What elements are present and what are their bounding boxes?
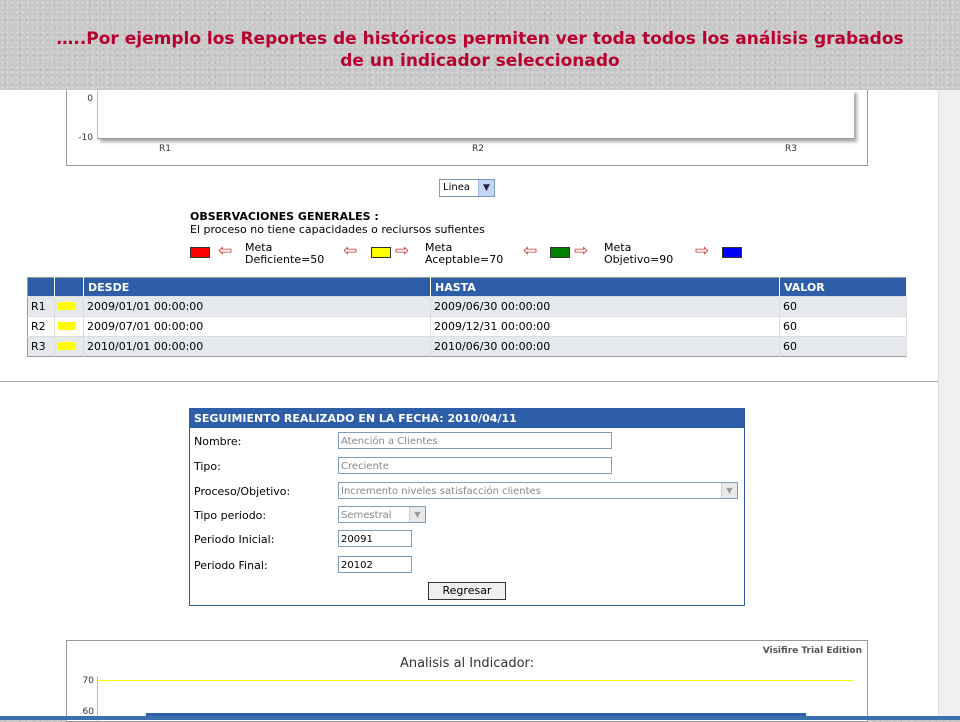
red-swatch — [190, 247, 210, 258]
section-divider — [0, 381, 938, 382]
regresar-button[interactable]: Regresar — [428, 582, 506, 600]
row-indicator — [54, 336, 84, 357]
chart-type-select[interactable]: Linea ▼ — [439, 179, 495, 197]
chevron-down-icon[interactable]: ▼ — [478, 180, 494, 196]
row-valor: 60 — [779, 296, 907, 317]
col-hasta-header: HASTA — [430, 277, 780, 297]
scrollbar[interactable] — [938, 90, 960, 720]
table-row: R3 2010/01/01 00:00:00 2010/06/30 00:00:… — [27, 336, 907, 357]
bottom-bar — [0, 716, 960, 720]
col-indicator-header — [54, 277, 84, 297]
history-chart-plot-area — [97, 90, 854, 139]
analysis-chart-title: Analisis al Indicador: — [399, 656, 535, 671]
row-valor: 60 — [779, 316, 907, 337]
arrow-left-icon: ⇦ — [523, 241, 538, 261]
row-indicator — [54, 316, 84, 337]
slide-title-line-1: …..Por ejemplo los Reportes de histórico… — [56, 29, 904, 49]
report-page: 0 -10 R1 R2 R3 Linea ▼ OBSERVACIONES GEN… — [0, 90, 938, 722]
table-header-row: DESDE HASTA VALOR — [27, 277, 907, 297]
proceso-label: Proceso/Objetivo: — [194, 485, 291, 498]
periodo-inicial-field[interactable]: 20091 — [338, 530, 412, 547]
legend-deficiente-label: Meta Deficiente=50 — [245, 241, 325, 266]
yellow-indicator-icon — [58, 302, 76, 310]
analysis-chart: Visifire Trial Edition Analisis al Indic… — [66, 640, 868, 722]
row-id: R2 — [27, 316, 55, 337]
slide-title: …..Por ejemplo los Reportes de histórico… — [0, 28, 960, 72]
followup-panel-header: SEGUIMIENTO REALIZADO EN LA FECHA: 2010/… — [190, 409, 744, 428]
table-row: R2 2009/07/01 00:00:00 2009/12/31 00:00:… — [27, 316, 907, 337]
row-desde: 2009/07/01 00:00:00 — [83, 316, 431, 337]
col-id-header — [27, 277, 55, 297]
tipo-periodo-select[interactable]: Semestral ▼ — [338, 506, 426, 523]
slide-title-line-2: de un indicador seleccionado — [340, 51, 620, 71]
x-tick-r2: R2 — [472, 144, 484, 154]
periodo-inicial-label: Periodo Inicial: — [194, 533, 275, 546]
periodo-final-label: Periodo Final: — [194, 559, 268, 572]
table-row: R1 2009/01/01 00:00:00 2009/06/30 00:00:… — [27, 296, 907, 317]
x-tick-r3: R3 — [785, 144, 797, 154]
row-id: R3 — [27, 336, 55, 357]
observations-title: OBSERVACIONES GENERALES : — [190, 210, 379, 223]
arrow-left-icon: ⇦ — [343, 241, 358, 261]
arrow-right-icon: ⇨ — [695, 241, 710, 261]
goal-legend: ⇦ Meta Deficiente=50 ⇦ ⇨ Meta Aceptable=70… — [190, 242, 750, 270]
tipo-periodo-label: Tipo periodo: — [194, 509, 267, 522]
analysis-plot-area — [97, 676, 854, 721]
row-desde: 2009/01/01 00:00:00 — [83, 296, 431, 317]
chevron-down-icon[interactable]: ▼ — [409, 507, 425, 522]
goal-line — [98, 680, 854, 681]
legend-objetivo-label: Meta Objetivo=90 — [604, 241, 674, 266]
arrow-right-icon: ⇨ — [574, 241, 589, 261]
row-hasta: 2009/12/31 00:00:00 — [430, 316, 780, 337]
history-table: DESDE HASTA VALOR R1 2009/01/01 00:00:00… — [27, 277, 907, 357]
tipo-periodo-value: Semestral — [341, 510, 392, 521]
col-valor-header: VALOR — [779, 277, 907, 297]
nombre-field[interactable]: Atención a Clientes — [338, 432, 612, 449]
trial-edition-label: Visifire Trial Edition — [762, 646, 862, 656]
history-chart-top: 0 -10 R1 R2 R3 — [66, 90, 868, 166]
observations-text: El proceso no tiene capacidades o reciur… — [190, 223, 485, 236]
chart-type-value: Linea — [443, 182, 470, 193]
yellow-indicator-icon — [58, 342, 76, 350]
col-desde-header: DESDE — [83, 277, 431, 297]
row-hasta: 2009/06/30 00:00:00 — [430, 296, 780, 317]
chevron-down-icon[interactable]: ▼ — [721, 483, 737, 498]
proceso-value: Incremento niveles satisfacción clientes — [341, 486, 541, 497]
followup-panel: SEGUIMIENTO REALIZADO EN LA FECHA: 2010/… — [189, 408, 745, 606]
yellow-swatch — [371, 247, 391, 258]
row-indicator — [54, 296, 84, 317]
green-swatch — [550, 247, 570, 258]
y-tick-minus10: -10 — [78, 133, 93, 143]
tipo-label: Tipo: — [194, 460, 221, 473]
nombre-label: Nombre: — [194, 435, 242, 448]
blue-swatch — [722, 247, 742, 258]
arrow-left-icon: ⇦ — [218, 241, 233, 261]
y-tick-0: 0 — [87, 94, 93, 104]
legend-aceptable-label: Meta Aceptable=70 — [425, 241, 504, 266]
y-tick-70: 70 — [82, 676, 94, 686]
row-hasta: 2010/06/30 00:00:00 — [430, 336, 780, 357]
tipo-field[interactable]: Creciente — [338, 457, 612, 474]
row-valor: 60 — [779, 336, 907, 357]
arrow-right-icon: ⇨ — [395, 241, 410, 261]
x-tick-r1: R1 — [159, 144, 171, 154]
row-desde: 2010/01/01 00:00:00 — [83, 336, 431, 357]
periodo-final-field[interactable]: 20102 — [338, 556, 412, 573]
yellow-indicator-icon — [58, 322, 76, 330]
proceso-select[interactable]: Incremento niveles satisfacción clientes… — [338, 482, 738, 499]
row-id: R1 — [27, 296, 55, 317]
